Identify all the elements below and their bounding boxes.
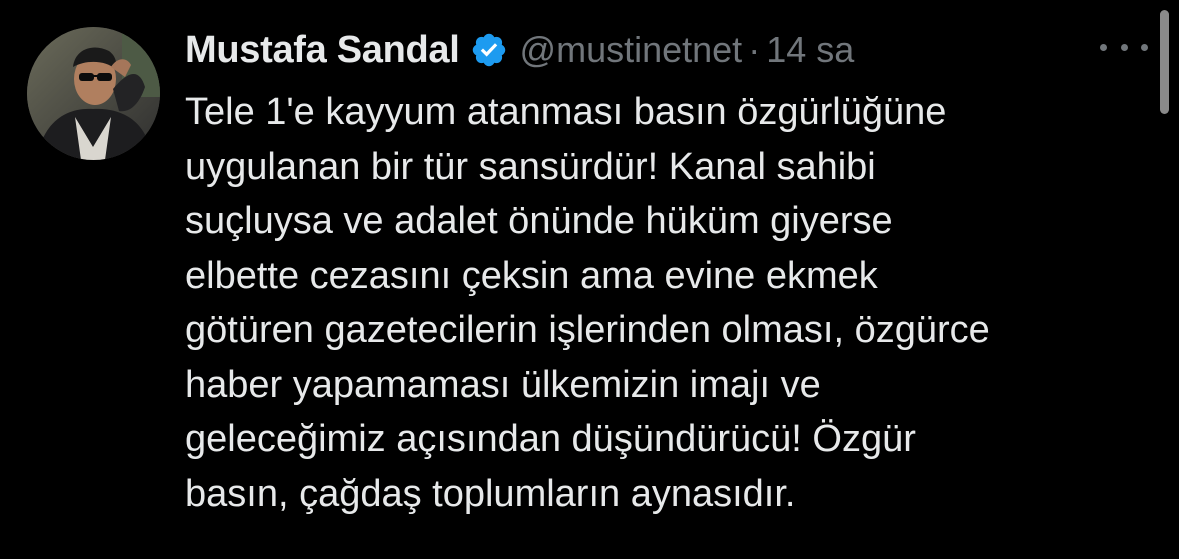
- avatar-image: [27, 27, 160, 160]
- tweet-text-line: basın, çağdaş toplumların aynasıdır.: [185, 472, 796, 515]
- verified-badge-icon: [470, 31, 508, 69]
- author-handle[interactable]: @mustinetnet: [520, 29, 743, 71]
- more-dot-icon: [1141, 43, 1148, 51]
- scrollbar-thumb[interactable]: [1160, 10, 1169, 114]
- tweet-text: Tele 1'e kayyum atanması basın özgürlüğü…: [185, 85, 1150, 521]
- tweet-text-line: suçluysa ve adalet önünde hüküm giyerse: [185, 200, 893, 242]
- tweet: Mustafa Sandal @mustinetnet · 14 sa Tele…: [0, 0, 1179, 559]
- more-dot-icon: [1100, 43, 1107, 51]
- tweet-timestamp[interactable]: 14 sa: [766, 29, 854, 71]
- tweet-text-line: elbette cezasını çeksin ama evine ekmek: [185, 254, 878, 297]
- tweet-text-line: haber yapamaması ülkemizin imajı ve: [185, 363, 821, 406]
- avatar[interactable]: [27, 27, 160, 160]
- tweet-text-line: geleceğimiz açısından düşündürücü! Özgür: [185, 418, 916, 460]
- tweet-header: Mustafa Sandal @mustinetnet · 14 sa: [185, 24, 854, 76]
- more-dot-icon: [1120, 43, 1128, 51]
- tweet-text-line: Tele 1'e kayyum atanması basın özgürlüğü…: [185, 91, 947, 133]
- author-display-name[interactable]: Mustafa Sandal: [185, 29, 460, 72]
- tweet-text-line: götüren gazetecilerin işlerinden olması,…: [185, 309, 990, 351]
- tweet-text-line: uygulanan bir tür sansürdür! Kanal sahib…: [185, 145, 876, 188]
- more-options-icon[interactable]: [1100, 34, 1148, 60]
- header-separator: ·: [748, 29, 761, 70]
